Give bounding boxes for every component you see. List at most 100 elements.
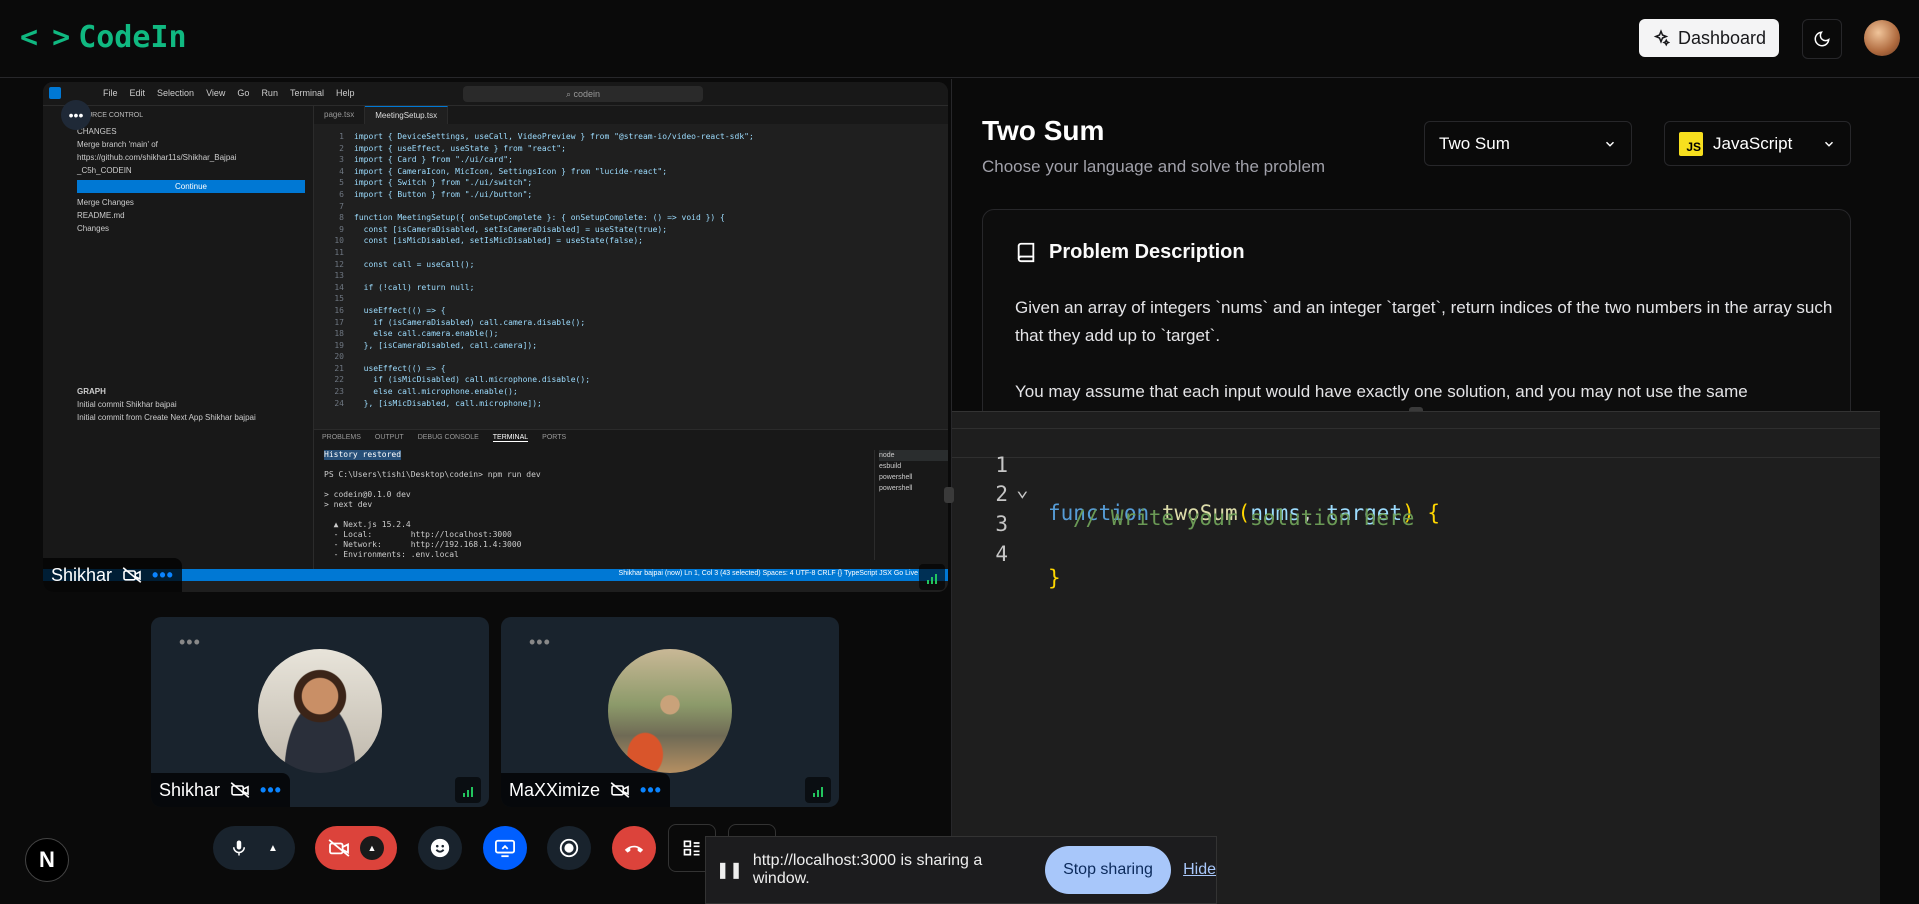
editor-line[interactable]: 2 // Write your solution here xyxy=(952,458,1880,530)
code-text: import { Button } from "./ui/button"; xyxy=(354,189,533,199)
code-text: if (isCameraDisabled) call.camera.disabl… xyxy=(354,317,586,327)
microphone-toggle-button[interactable]: ▲ xyxy=(213,826,295,870)
dashboard-button[interactable]: Dashboard xyxy=(1639,19,1779,57)
tile-menu-icon[interactable]: ••• xyxy=(529,633,551,651)
more-options-icon[interactable]: ••• xyxy=(152,565,174,586)
more-options-icon[interactable]: ••• xyxy=(260,780,282,801)
vscode-menu-item: Selection xyxy=(157,88,195,98)
problem-description-header: Problem Description xyxy=(1015,240,1245,264)
record-button[interactable] xyxy=(547,826,591,870)
problem-select[interactable]: Two Sum xyxy=(1424,121,1632,166)
vscode-tab: MeetingSetup.tsx xyxy=(365,106,449,124)
line-number: 20 xyxy=(334,352,344,362)
editor-line[interactable]: 4 } xyxy=(952,518,1880,590)
code-text: useEffect(() => { xyxy=(354,305,446,315)
moon-icon xyxy=(1814,31,1830,47)
vscode-menu-item: Help xyxy=(335,88,355,98)
sidebar-line: Initial commit Shikhar bajpai xyxy=(77,400,177,409)
screenshare-button[interactable] xyxy=(483,826,527,870)
code-line: 1 import { DeviceSettings, useCall, Video… xyxy=(314,132,948,144)
language-select[interactable]: JS JavaScript xyxy=(1664,121,1851,166)
terminal-line: PS C:\Users\tishi\Desktop\codein> npm ru… xyxy=(324,470,541,479)
camera-toggle-button[interactable]: ▲ xyxy=(315,826,397,870)
code-text: useEffect(() => { xyxy=(354,363,446,373)
vscode-logo-icon xyxy=(49,87,61,99)
code-line: 10 const [isMicDisabled, setIsMicDisable… xyxy=(314,236,948,248)
leave-call-button[interactable] xyxy=(612,826,656,870)
screenshare-tile: File Edit Selection View Go Run Terminal Help ⌕… xyxy=(43,82,948,592)
chevron-up-icon[interactable]: ▲ xyxy=(360,836,384,860)
code-text: import { Switch } from "./ui/switch"; xyxy=(354,178,533,188)
line-number: 24 xyxy=(334,398,344,408)
nextjs-devtools-button[interactable]: N xyxy=(25,838,69,882)
line-number: 2 xyxy=(339,143,344,153)
hide-link[interactable]: Hide xyxy=(1183,861,1216,879)
tile-menu-icon[interactable]: ••• xyxy=(179,633,201,651)
line-number: 13 xyxy=(334,271,344,281)
line-number: 21 xyxy=(334,363,344,373)
code-line: 13 xyxy=(314,271,948,283)
code-line: 16 useEffect(() => { xyxy=(314,306,948,318)
punctuation: } xyxy=(1048,566,1061,590)
line-number: 15 xyxy=(334,294,344,304)
code-line: 22 if (isMicDisabled) call.microphone.di… xyxy=(314,375,948,387)
chevron-up-icon[interactable]: ▲ xyxy=(268,843,278,854)
participant-name: Shikhar xyxy=(159,779,221,800)
terminal-line: > codein@0.1.0 dev xyxy=(324,490,411,499)
code-line: 18 else call.camera.enable(); xyxy=(314,329,948,341)
code-text: }, [isMicDisabled, call.microphone]); xyxy=(354,398,542,408)
sidebar-line: Continue xyxy=(77,180,305,193)
description-paragraph: You may assume that each input would hav… xyxy=(1015,382,1748,401)
line-number: 8 xyxy=(339,213,344,223)
code-editor[interactable]: 1 ⌄ function twoSum(nums, target) { 2 //… xyxy=(952,411,1880,904)
vscode-terminal: PROBLEMS OUTPUT DEBUG CONSOLE TERMINAL PORTS… xyxy=(314,429,948,569)
microphone-icon xyxy=(233,840,246,856)
vscode-activity-bar xyxy=(43,106,69,569)
code-text: }, [isCameraDisabled, call.camera]); xyxy=(354,340,538,350)
editor-line[interactable]: 1 ⌄ function twoSum(nums, target) { xyxy=(952,428,1880,525)
line-number: 17 xyxy=(334,317,344,327)
status-text: Shikhar bajpai (now) Ln 1, Col 3 (43 sel… xyxy=(618,570,918,577)
code-text: import { useEffect, useState } from "rea… xyxy=(354,143,566,153)
dashboard-label: Dashboard xyxy=(1677,27,1767,48)
camera-off-icon xyxy=(230,782,250,798)
line-number: 10 xyxy=(334,236,344,246)
more-options-icon[interactable]: ••• xyxy=(640,780,662,801)
code-line: 17 if (isCameraDisabled) call.camera.dis… xyxy=(314,318,948,330)
code-text: if (isMicDisabled) call.microphone.disab… xyxy=(354,375,591,385)
code-line: 11 xyxy=(314,248,948,260)
editor-line[interactable]: 3 xyxy=(952,488,1880,536)
vscode-tab: page.tsx xyxy=(314,106,366,124)
stop-sharing-button[interactable]: Stop sharing xyxy=(1044,846,1172,894)
code-text: function MeetingSetup({ onSetupComplete … xyxy=(354,213,725,223)
meeting-panel: File Edit Selection View Go Run Terminal Help ⌕… xyxy=(0,79,950,904)
terminal-line: ▲ Next.js 15.2.4 xyxy=(324,520,411,529)
sidebar-line: Initial commit from Create Next App Shik… xyxy=(77,413,256,422)
language-select-value: JavaScript xyxy=(1713,133,1793,153)
code-text: import { DeviceSettings, useCall, VideoP… xyxy=(354,132,754,141)
theme-toggle-button[interactable] xyxy=(1802,19,1842,59)
logo[interactable]: < > CodeIn xyxy=(20,20,187,55)
terminal-line: - Network: http://192.168.1.4:3000 xyxy=(324,540,522,549)
vscode-sidebar: SOURCE CONTROL CHANGES Merge branch 'main'… xyxy=(69,106,314,569)
terminal-tab: PROBLEMS xyxy=(322,434,361,441)
code-text: else call.microphone.enable(); xyxy=(354,387,518,397)
code-line: 6 import { Button } from "./ui/button"; xyxy=(314,190,948,202)
user-avatar[interactable] xyxy=(1864,20,1900,56)
vscode-tabs: page.tsx MeetingSetup.tsx xyxy=(314,106,948,124)
screenshare-menu-icon[interactable]: ••• xyxy=(61,100,91,130)
line-number: 16 xyxy=(334,305,344,315)
terminal-list-item: node xyxy=(879,450,948,461)
code-line: 21 useEffect(() => { xyxy=(314,364,948,376)
horizontal-resize-handle[interactable] xyxy=(944,487,954,503)
problem-title: Two Sum xyxy=(982,115,1105,146)
line-number: 4 xyxy=(995,542,1008,566)
terminal-list: node esbuild powershell powershell xyxy=(874,450,948,560)
code-line: 7 xyxy=(314,202,948,214)
sidebar-line: CHANGES xyxy=(77,127,117,136)
vscode-menu-item: Run xyxy=(261,88,278,98)
camera-off-icon xyxy=(122,567,142,583)
reaction-button[interactable] xyxy=(418,826,462,870)
